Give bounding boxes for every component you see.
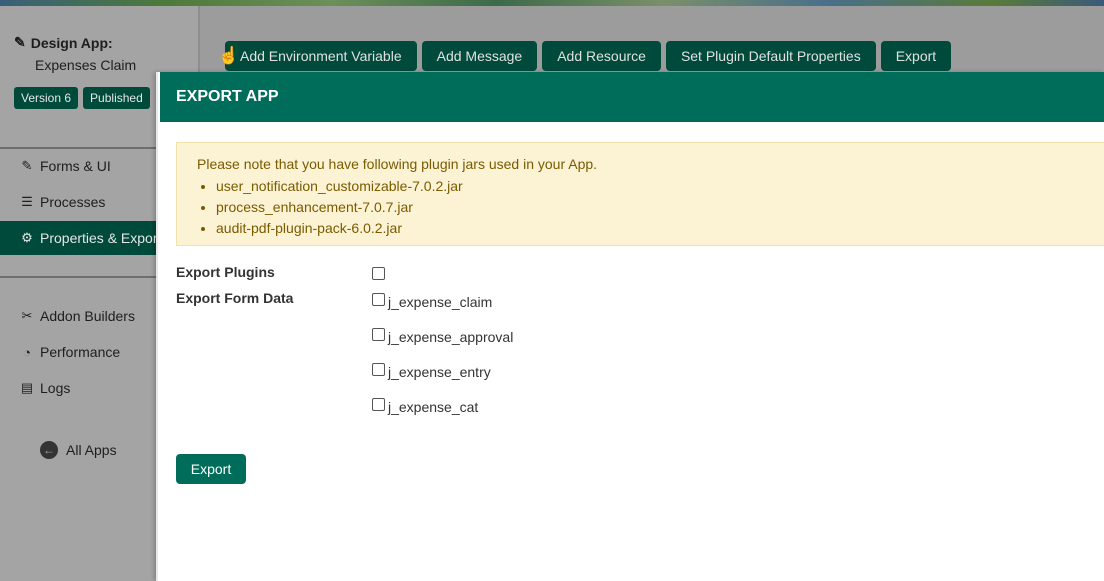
gear-icon: ⚙ bbox=[21, 230, 33, 245]
sidebar-item-label: Logs bbox=[40, 380, 71, 396]
plugin-list-item: process_enhancement-7.0.7.jar bbox=[216, 197, 1085, 218]
export-plugins-checkbox[interactable] bbox=[372, 267, 385, 280]
export-app-dialog: EXPORT APP Please note that you have fol… bbox=[156, 72, 1104, 581]
form-data-checkbox-expense-entry[interactable] bbox=[372, 363, 385, 376]
scroll-icon: ▤ bbox=[20, 380, 34, 395]
all-apps-label: All Apps bbox=[66, 442, 117, 458]
tools-icon: ✂ bbox=[21, 308, 33, 323]
hand-cursor-icon: ☝ bbox=[218, 46, 240, 65]
form-data-option-label: j_expense_claim bbox=[388, 294, 493, 310]
plugin-list: user_notification_customizable-7.0.2.jar… bbox=[197, 176, 1085, 239]
sidebar-item-label: Properties & Export bbox=[40, 230, 162, 246]
sidebar-item-label: Processes bbox=[40, 194, 106, 210]
dialog-title: EXPORT APP bbox=[176, 88, 279, 105]
arrow-left-circle-icon: ← bbox=[40, 441, 58, 459]
plugin-list-item: audit-pdf-plugin-pack-6.0.2.jar bbox=[216, 218, 1085, 239]
export-toolbar-button[interactable]: Export bbox=[880, 41, 952, 71]
toolbar: Add Environment Variable Add Message Add… bbox=[225, 41, 952, 71]
form-data-option-label: j_expense_approval bbox=[388, 329, 514, 345]
form-data-option-label: j_expense_cat bbox=[388, 399, 479, 415]
export-plugins-label: Export Plugins bbox=[176, 264, 275, 280]
app-name: Expenses Claim bbox=[35, 57, 137, 73]
dialog-header: EXPORT APP bbox=[160, 72, 1104, 122]
add-message-button[interactable]: Add Message bbox=[421, 41, 538, 71]
notice-text: Please note that you have following plug… bbox=[197, 156, 598, 172]
plugin-list-item: user_notification_customizable-7.0.2.jar bbox=[216, 176, 1085, 197]
form-data-option-label: j_expense_entry bbox=[388, 364, 491, 380]
list-icon: ☰ bbox=[21, 194, 33, 209]
form-data-checkbox-expense-approval[interactable] bbox=[372, 328, 385, 341]
sidebar-item-label: Performance bbox=[40, 344, 121, 360]
form-data-checkbox-expense-cat[interactable] bbox=[372, 398, 385, 411]
add-environment-variable-button[interactable]: Add Environment Variable bbox=[225, 41, 417, 71]
dashboard-icon: ◔ bbox=[23, 344, 31, 360]
edit-icon: ✎ bbox=[21, 158, 33, 173]
export-form-data-label: Export Form Data bbox=[176, 290, 294, 306]
form-data-checkbox-expense-claim[interactable] bbox=[372, 293, 385, 306]
plugin-notice: Please note that you have following plug… bbox=[176, 142, 1104, 246]
edit-icon: ✎ bbox=[14, 34, 26, 50]
design-app-label: Design App: bbox=[30, 34, 113, 51]
design-app-heading: ✎ Design App: bbox=[14, 34, 194, 51]
sidebar-item-label: Forms & UI bbox=[40, 158, 111, 174]
version-badge[interactable]: Version 6 bbox=[14, 87, 79, 109]
add-resource-button[interactable]: Add Resource bbox=[542, 41, 661, 71]
all-apps-link[interactable]: ← All Apps bbox=[40, 441, 117, 459]
sidebar-item-label: Addon Builders bbox=[40, 308, 135, 324]
set-plugin-default-properties-button[interactable]: Set Plugin Default Properties bbox=[665, 41, 876, 71]
published-badge[interactable]: Published bbox=[83, 87, 150, 109]
export-button[interactable]: Export bbox=[176, 454, 246, 484]
